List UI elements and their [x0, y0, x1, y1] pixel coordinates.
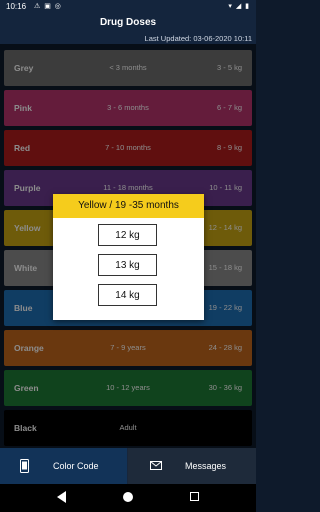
dialog-title: Yellow / 19 -35 months	[53, 194, 204, 218]
dose-dialog: Yellow / 19 -35 months 12 kg 13 kg 14 kg	[53, 194, 204, 320]
dose-option-13kg[interactable]: 13 kg	[98, 254, 157, 276]
dose-option-14kg[interactable]: 14 kg	[98, 284, 157, 306]
recents-icon[interactable]	[190, 492, 199, 501]
system-icons: ▾ ◢ ▮	[228, 3, 250, 10]
notification-icons: ⚠ ▣ ◎	[34, 3, 62, 10]
phone-icon	[20, 459, 29, 473]
dose-option-12kg[interactable]: 12 kg	[98, 224, 157, 246]
status-time: 10:16	[6, 2, 27, 11]
status-bar: 10:16 ⚠ ▣ ◎ ▾ ◢ ▮	[0, 0, 256, 14]
tab-label: Messages	[185, 461, 227, 471]
page-title: Drug Doses	[99, 17, 157, 28]
tab-color-code[interactable]: Color Code	[0, 448, 127, 484]
system-nav-bar	[0, 484, 256, 512]
app-header: Drug Doses Last Updated: 03-06-2020 10:1…	[0, 14, 256, 44]
home-icon[interactable]	[123, 492, 133, 502]
tab-messages[interactable]: Messages	[128, 448, 256, 484]
back-icon[interactable]	[57, 491, 66, 503]
bottom-nav: Color Code Messages	[0, 448, 256, 484]
tab-label: Color Code	[53, 461, 99, 471]
envelope-icon	[150, 461, 162, 470]
last-updated: Last Updated: 03-06-2020 10:11	[144, 34, 252, 43]
